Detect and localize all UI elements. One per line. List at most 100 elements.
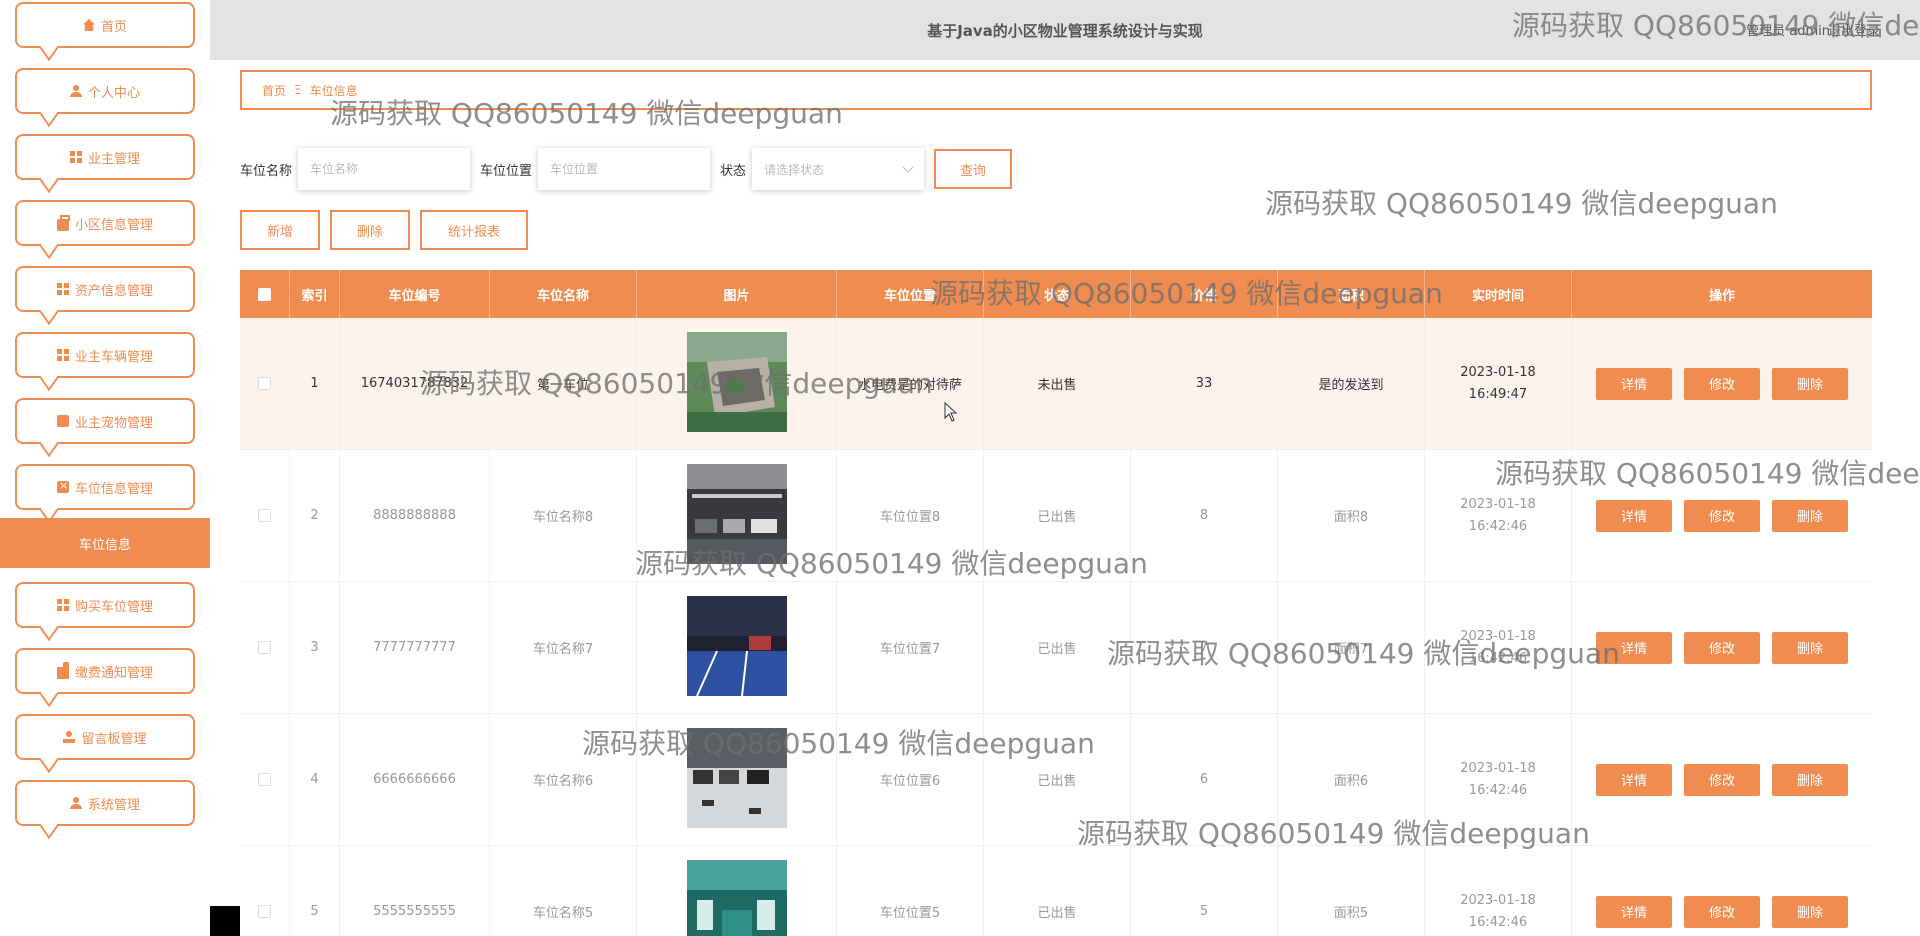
cell-location: 车位位置7 (837, 582, 984, 713)
cell-status: 已出售 (984, 582, 1131, 713)
delete-button[interactable]: 删除 (330, 210, 410, 250)
status-select[interactable]: 请选择状态 (752, 148, 925, 190)
delete-row-button[interactable]: 删除 (1772, 499, 1848, 532)
table-row: 4 6666666666 车位名称6 车位位置6 已出售 6 面积6 2023-01-18 1… (240, 714, 1872, 846)
detail-button[interactable]: 详情 (1596, 367, 1672, 400)
sidebar-item-label: 系统管理 (87, 797, 140, 813)
cell-image (637, 714, 837, 845)
detail-button[interactable]: 详情 (1596, 631, 1672, 664)
sidebar-item-label: 首页 (100, 19, 127, 35)
user-icon (69, 85, 82, 97)
breadcrumb-home[interactable]: 首页 (262, 82, 286, 99)
row-checkbox-cell (240, 582, 290, 713)
delete-row-button[interactable]: 删除 (1772, 631, 1848, 664)
sidebar-item-label: 小区信息管理 (74, 217, 153, 233)
breadcrumb: 首页 Ξ 车位信息 (240, 70, 1872, 110)
header-time: 实时时间 (1425, 270, 1572, 318)
parking-table: 索引 车位编号 车位名称 图片 车位位置 状态 价格 面积 实时时间 操作 11… (240, 270, 1872, 936)
name-label: 车位名称 (240, 163, 293, 179)
cell-area: 面积6 (1278, 714, 1425, 845)
cell-status: 已出售 (984, 714, 1131, 845)
parking-photo (686, 331, 787, 436)
report-button[interactable]: 统计报表 (420, 210, 528, 250)
header-location: 车位位置 (837, 270, 984, 318)
current-user: 管理员 admin (1746, 24, 1830, 39)
detail-button[interactable]: 详情 (1596, 499, 1672, 532)
cell-index: 5 (290, 846, 340, 936)
cell-image (637, 582, 837, 713)
cell-code: 5555555555 (340, 846, 490, 936)
row-checkbox[interactable] (258, 641, 271, 654)
detail-button[interactable]: 详情 (1596, 763, 1672, 796)
sidebar-item-label: 资产信息管理 (74, 283, 153, 299)
money-icon (56, 662, 69, 679)
cell-location: 水电费是的对待萨 (837, 318, 984, 449)
header-index: 索引 (290, 270, 340, 318)
cell-name: 第一车位 (490, 318, 637, 449)
sidebar-item-assets[interactable]: 资产信息管理 (15, 266, 195, 312)
cell-index: 3 (290, 582, 340, 713)
sidebar-item-label: 个人中心 (87, 85, 140, 101)
sidebar-item-profile[interactable]: 个人中心 (15, 68, 195, 114)
status-select-placeholder: 请选择状态 (764, 162, 825, 177)
sidebar-item-payments[interactable]: 缴费通知管理 (15, 648, 195, 694)
cell-location: 车位位置8 (837, 450, 984, 581)
parking-photo (686, 727, 787, 832)
add-button[interactable]: 新增 (240, 210, 320, 250)
header-status: 状态 (984, 270, 1131, 318)
sidebar-item-owners[interactable]: 业主管理 (15, 134, 195, 180)
header-name: 车位名称 (490, 270, 637, 318)
detail-button[interactable]: 详情 (1596, 895, 1672, 928)
parking-photo (686, 859, 787, 936)
sidebar-item-parking[interactable]: 车位信息管理 (15, 464, 195, 510)
cell-area: 是的发送到 (1278, 318, 1425, 449)
delete-row-button[interactable]: 删除 (1772, 367, 1848, 400)
select-all-checkbox[interactable] (258, 287, 271, 301)
delete-row-button[interactable]: 删除 (1772, 895, 1848, 928)
sidebar-item-purchase[interactable]: 购买车位管理 (15, 582, 195, 628)
cell-status: 已出售 (984, 450, 1131, 581)
cell-actions: 详情 修改 删除 (1572, 450, 1872, 581)
cell-location: 车位位置5 (837, 846, 984, 936)
edit-button[interactable]: 修改 (1684, 631, 1760, 664)
sidebar-item-community[interactable]: 小区信息管理 (15, 200, 195, 246)
pet-icon (56, 415, 69, 427)
row-checkbox[interactable] (258, 377, 271, 390)
sidebar-item-pets[interactable]: 业主宠物管理 (15, 398, 195, 444)
cell-actions: 详情 修改 删除 (1572, 318, 1872, 449)
row-checkbox[interactable] (258, 773, 271, 786)
row-checkbox[interactable] (258, 509, 271, 522)
cell-actions: 详情 修改 删除 (1572, 582, 1872, 713)
edit-button[interactable]: 修改 (1684, 763, 1760, 796)
cell-time: 2023-01-18 16:42:46 (1425, 846, 1572, 936)
grid-icon (56, 283, 69, 295)
cell-code: 1674031787832 (340, 318, 490, 449)
sidebar-item-system[interactable]: 系统管理 (15, 780, 195, 826)
breadcrumb-current: 车位信息 (309, 83, 358, 98)
sidebar-item-home[interactable]: 首页 (15, 2, 195, 48)
status-label: 状态 (720, 163, 747, 179)
header-image: 图片 (637, 270, 837, 318)
edit-button[interactable]: 修改 (1684, 367, 1760, 400)
chevron-down-icon (902, 161, 914, 173)
delete-row-button[interactable]: 删除 (1772, 763, 1848, 796)
grid-icon (56, 349, 69, 361)
edit-button[interactable]: 修改 (1684, 499, 1760, 532)
location-search-input[interactable] (538, 148, 711, 190)
table-row: 5 5555555555 车位名称5 车位位置5 已出售 5 面积5 2023-01-18 1… (240, 846, 1872, 936)
sidebar-subitem-parking-info[interactable]: 车位信息 (0, 518, 210, 568)
name-search-input[interactable] (298, 148, 471, 190)
sidebar-item-vehicles[interactable]: 业主车辆管理 (15, 332, 195, 378)
row-checkbox[interactable] (258, 905, 271, 918)
edit-button[interactable]: 修改 (1684, 895, 1760, 928)
cell-actions: 详情 修改 删除 (1572, 714, 1872, 845)
sidebar: 首页 个人中心 业主管理 小区信息管理 资产信息管理 业主车辆管理 业主宠物管理… (0, 0, 210, 936)
cell-status: 已出售 (984, 846, 1131, 936)
cell-code: 7777777777 (340, 582, 490, 713)
sidebar-item-messages[interactable]: 留言板管理 (15, 714, 195, 760)
query-button[interactable]: 查询 (934, 149, 1013, 189)
header-price: 价格 (1131, 270, 1278, 318)
header-area: 面积 (1278, 270, 1425, 318)
select-all-cell (240, 270, 290, 318)
logout-link[interactable]: 退出登录 (1828, 20, 1880, 39)
